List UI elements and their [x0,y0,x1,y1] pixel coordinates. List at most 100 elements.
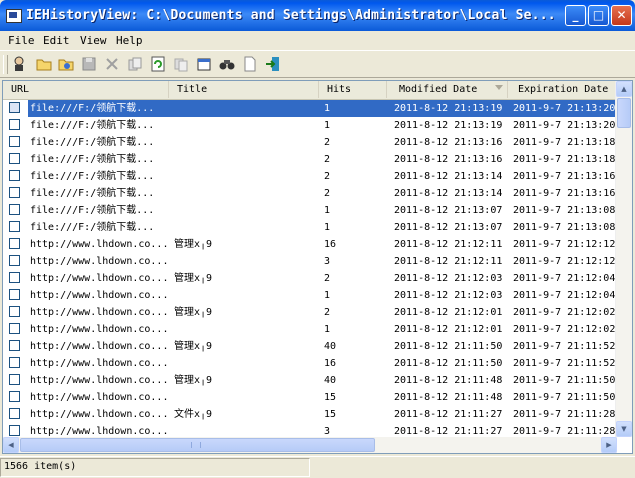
maximize-button[interactable]: □ [588,5,609,26]
cell-url: http://www.lhdown.co... [30,409,169,420]
cell-title [174,202,319,219]
table-row[interactable]: http://www.lhdown.co... 管理x╷9 40 2011-8-12 … [3,338,618,355]
table-row[interactable]: http://www.lhdown.co... 文件x╷9 15 2011-8-12 … [3,406,618,423]
scroll-right-icon[interactable]: ▶ [601,437,617,453]
copy-html-icon[interactable] [172,55,190,73]
title-bar[interactable]: IEHistoryView: C:\Documents and Settings… [0,0,635,31]
table-row[interactable]: http://www.lhdown.co... 管理x╷9 2 2011-8-12 2… [3,304,618,321]
table-row[interactable]: file:///F:/领航下载... 1 2011-8-12 21:13:19 201… [3,100,618,117]
menu-bar: File Edit View Help [0,31,635,50]
history-list[interactable]: URL Title Hits Modified Date Expiration … [2,80,633,454]
menu-edit[interactable]: Edit [43,34,70,47]
row-checkbox[interactable] [9,238,20,249]
table-row[interactable]: file:///F:/领航下载... 2 2011-8-12 21:13:16 201… [3,151,618,168]
favorites-icon[interactable] [57,55,75,73]
select-computer-icon[interactable] [11,55,29,73]
cell-title [174,168,319,185]
cell-title: 管理x╷9 [174,273,213,284]
table-row[interactable]: file:///F:/领航下载... 2 2011-8-12 21:13:14 201… [3,168,618,185]
blank-page-icon[interactable] [241,55,259,73]
cell-url: http://www.lhdown.co... [30,256,169,267]
row-checkbox[interactable] [9,306,20,317]
table-row[interactable]: file:///F:/领航下载... 2 2011-8-12 21:13:14 201… [3,185,618,202]
cell-hits: 2 [324,171,331,182]
row-checkbox[interactable] [9,391,20,402]
delete-icon[interactable] [103,55,121,73]
scroll-down-icon[interactable]: ▼ [616,421,632,437]
horizontal-scrollbar[interactable]: ◀ ▶ [3,437,617,453]
table-row[interactable]: file:///F:/领航下载... 2 2011-8-12 21:13:16 201… [3,134,618,151]
properties-icon[interactable] [195,55,213,73]
cell-url: file:///F:/领航下载... [30,137,155,148]
row-checkbox[interactable] [9,255,20,266]
refresh-icon[interactable] [149,55,167,73]
table-row[interactable]: file:///F:/领航下载... 1 2011-8-12 21:13:19 201… [3,117,618,134]
cell-url: http://www.lhdown.co... [30,358,169,369]
cell-modified: 2011-8-12 21:11:27 [394,409,503,420]
column-hits[interactable]: Hits [319,81,387,98]
cell-hits: 2 [324,137,331,148]
menu-file[interactable]: File [8,34,35,47]
table-row[interactable]: http://www.lhdown.co... 3 2011-8-12 21:12:… [3,253,618,270]
column-modified-date[interactable]: Modified Date [387,81,508,98]
cell-modified: 2011-8-12 21:11:48 [394,375,503,386]
copy-icon[interactable] [126,55,144,73]
menu-view[interactable]: View [80,34,107,47]
cell-hits: 16 [324,239,337,250]
cell-hits: 1 [324,205,331,216]
table-row[interactable]: http://www.lhdown.co... 管理x╷9 16 2011-8-12 … [3,236,618,253]
row-checkbox[interactable] [9,425,20,436]
column-title[interactable]: Title [169,81,319,98]
cell-url: http://www.lhdown.co... [30,239,169,250]
exit-icon[interactable] [264,55,282,73]
row-checkbox[interactable] [9,374,20,385]
status-bar: 1566 item(s) [0,456,635,478]
row-checkbox[interactable] [9,187,20,198]
scroll-up-icon[interactable]: ▲ [616,81,632,97]
open-folder-icon[interactable] [35,55,53,73]
row-checkbox[interactable] [9,340,20,351]
cell-title [174,287,319,304]
row-checkbox[interactable] [9,221,20,232]
row-checkbox[interactable] [9,119,20,130]
cell-modified: 2011-8-12 21:12:03 [394,273,503,284]
table-row[interactable]: file:///F:/领航下载... 1 2011-8-12 21:13:07 201… [3,202,618,219]
row-checkbox[interactable] [9,272,20,283]
row-checkbox[interactable] [9,204,20,215]
cell-modified: 2011-8-12 21:12:11 [394,256,503,267]
save-icon[interactable] [80,55,98,73]
cell-modified: 2011-8-12 21:13:07 [394,222,503,233]
cell-modified: 2011-8-12 21:13:07 [394,205,503,216]
row-checkbox[interactable] [9,357,20,368]
table-row[interactable]: http://www.lhdown.co... 管理x╷9 2 2011-8-12 2… [3,270,618,287]
row-checkbox[interactable] [9,170,20,181]
table-row[interactable]: http://www.lhdown.co... 15 2011-8-12 21:11… [3,389,618,406]
row-checkbox[interactable] [9,136,20,147]
table-row[interactable]: file:///F:/领航下载... 1 2011-8-12 21:13:07 201… [3,219,618,236]
table-row[interactable]: http://www.lhdown.co... 16 2011-8-12 21:11… [3,355,618,372]
horizontal-scroll-thumb[interactable] [20,438,375,452]
find-icon[interactable] [218,55,236,73]
row-checkbox[interactable] [9,408,20,419]
scroll-left-icon[interactable]: ◀ [3,437,19,453]
column-url[interactable]: URL [3,81,169,98]
cell-hits: 1 [324,120,331,131]
table-row[interactable]: http://www.lhdown.co... 1 2011-8-12 21:12:… [3,321,618,338]
cell-modified: 2011-8-12 21:12:01 [394,307,503,318]
table-row[interactable]: http://www.lhdown.co... 管理x╷9 40 2011-8-12 … [3,372,618,389]
menu-help[interactable]: Help [116,34,143,47]
cell-url: file:///F:/领航下载... [30,120,155,131]
row-checkbox[interactable] [9,153,20,164]
table-row[interactable]: http://www.lhdown.co... 1 2011-8-12 21:12:… [3,287,618,304]
window-title: IEHistoryView: C:\Documents and Settings… [26,8,556,23]
vertical-scrollbar[interactable]: ▲ ▼ [615,81,632,437]
cell-title [174,253,319,270]
minimize-button[interactable]: _ [565,5,586,26]
cell-modified: 2011-8-12 21:12:01 [394,324,503,335]
row-checkbox[interactable] [9,323,20,334]
toolbar-grip[interactable] [3,55,8,74]
cell-url: file:///F:/领航下载... [30,171,155,182]
close-button[interactable]: ✕ [611,5,632,26]
row-checkbox[interactable] [9,289,20,300]
row-checkbox[interactable] [9,102,20,113]
